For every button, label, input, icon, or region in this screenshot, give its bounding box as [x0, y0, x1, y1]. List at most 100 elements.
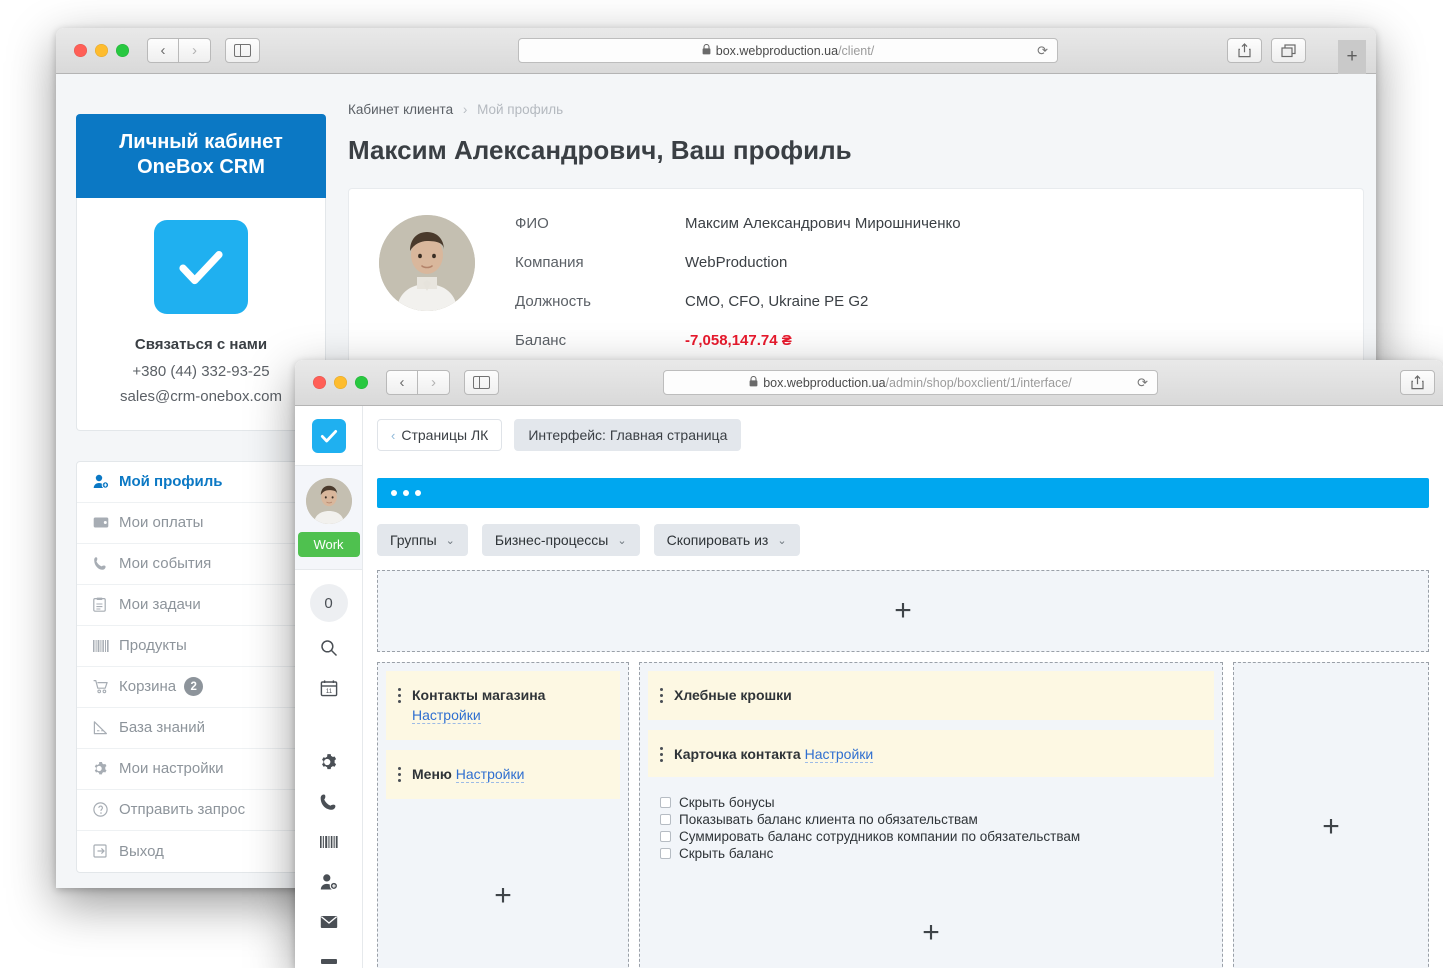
widget-shop-contacts[interactable]: Контакты магазина Настройки	[386, 671, 620, 740]
minimize-icon[interactable]	[95, 44, 108, 57]
traffic-lights[interactable]	[74, 44, 129, 57]
add-widget-center-slot[interactable]: +	[648, 883, 1214, 968]
dropdown-groups[interactable]: Группы ⌄	[377, 524, 468, 556]
back-button[interactable]: ‹	[386, 370, 418, 395]
breadcrumb-current: Мой профиль	[477, 102, 564, 117]
drag-handle-icon[interactable]	[398, 764, 402, 785]
field-label: ФИО	[515, 215, 549, 232]
mail-icon[interactable]	[295, 902, 362, 942]
sidebar-toggle-button[interactable]	[464, 370, 499, 395]
sidebar-item-knowledge-base[interactable]: База знаний	[77, 708, 325, 749]
forward-button[interactable]: ›	[179, 38, 211, 63]
checkbox-box[interactable]	[660, 797, 671, 808]
drop-zone-center-column[interactable]: Хлебные крошки Карточка контакта Настрой…	[639, 662, 1223, 968]
card-icon[interactable]	[295, 942, 362, 968]
toolbar-right-buttons[interactable]	[1400, 370, 1435, 395]
address-bar[interactable]: box.webproduction.ua/admin/shop/boxclien…	[663, 370, 1158, 395]
widget-title: Карточка контакта Настройки	[674, 744, 874, 764]
calendar-icon[interactable]: 11	[295, 668, 362, 708]
widget-contact-card[interactable]: Карточка контакта Настройки	[648, 730, 1214, 777]
back-button[interactable]: ‹	[147, 38, 179, 63]
chevron-down-icon: ⌄	[617, 534, 627, 547]
avatar[interactable]	[305, 478, 352, 524]
profile-row: Компания WebProduction	[515, 254, 1333, 271]
sidebar-item-my-payments[interactable]: Мои оплаты	[77, 503, 325, 544]
widget-settings-link[interactable]: Настройки	[804, 746, 874, 763]
back-to-pages-button[interactable]: ‹ Страницы ЛК	[377, 419, 503, 451]
dropdown-business-processes[interactable]: Бизнес-процессы ⌄	[481, 524, 640, 556]
close-icon[interactable]	[74, 44, 87, 57]
widget-title: Хлебные крошки	[674, 685, 792, 705]
field-label: Должность	[515, 293, 591, 310]
sidebar-item-send-request[interactable]: Отправить запрос	[77, 790, 325, 831]
contact-email[interactable]: sales@crm-onebox.com	[95, 385, 307, 410]
drop-zone-top[interactable]: +	[377, 570, 1429, 652]
drag-handle-icon[interactable]	[660, 744, 664, 765]
new-tab-button[interactable]: +	[1338, 40, 1366, 74]
titlebar-front-window: ‹ › box.webproduction.ua/admin/shop/boxc…	[295, 360, 1443, 406]
traffic-lights[interactable]	[313, 376, 368, 389]
minimize-icon[interactable]	[334, 376, 347, 389]
address-bar[interactable]: box.webproduction.ua/client/ ⟳	[518, 38, 1058, 63]
profile-row: ФИО Максим Александрович Мирошниченко	[515, 215, 1333, 232]
work-status-button[interactable]: Work	[297, 532, 360, 557]
sidebar-item-my-tasks[interactable]: Мои задачи	[77, 585, 325, 626]
checkbox-hide-balance[interactable]: Скрыть баланс	[660, 846, 1212, 861]
dropdown-copy-from[interactable]: Скопировать из ⌄	[653, 524, 800, 556]
add-widget-icon[interactable]: +	[922, 918, 940, 948]
checkbox-box[interactable]	[660, 831, 671, 842]
accent-bar	[377, 478, 1429, 508]
breadcrumb-root[interactable]: Кабинет клиента	[348, 102, 453, 117]
admin-icon-rail: Work 0 11	[295, 406, 363, 968]
add-widget-icon[interactable]: +	[894, 596, 912, 626]
nav-buttons[interactable]: ‹ ›	[386, 370, 450, 395]
barcode-icon	[93, 639, 119, 653]
rail-logo[interactable]	[295, 406, 362, 466]
sidebar-item-cart[interactable]: Корзина 2	[77, 667, 325, 708]
add-widget-icon[interactable]: +	[494, 880, 512, 911]
widget-breadcrumbs[interactable]: Хлебные крошки	[648, 671, 1214, 720]
breadcrumb-separator: ›	[462, 102, 468, 117]
user-add-icon[interactable]	[295, 862, 362, 902]
toolbar-right-buttons[interactable]	[1227, 38, 1306, 63]
widget-header: Карточка контакта Настройки	[660, 744, 1202, 765]
tab-interface-main-page[interactable]: Интерфейс: Главная страница	[514, 419, 742, 451]
barcode-icon[interactable]	[295, 822, 362, 862]
phone-icon[interactable]	[295, 782, 362, 822]
zoom-icon[interactable]	[116, 44, 129, 57]
sidebar-item-my-settings[interactable]: Мои настройки	[77, 749, 325, 790]
checkbox-hide-bonuses[interactable]: Скрыть бонусы	[660, 795, 1212, 810]
checkbox-show-client-balance[interactable]: Показывать баланс клиента по обязательст…	[660, 812, 1212, 827]
drop-zone-left-column[interactable]: Контакты магазина Настройки Меню Настрой…	[377, 662, 629, 968]
widget-settings-link[interactable]: Настройки	[412, 707, 481, 725]
cart-icon	[93, 679, 119, 694]
zoom-icon[interactable]	[355, 376, 368, 389]
share-button[interactable]	[1400, 370, 1435, 395]
sidebar-toggle-button[interactable]	[225, 38, 260, 63]
add-widget-left-slot[interactable]: +	[386, 809, 620, 968]
checkbox-box[interactable]	[660, 848, 671, 859]
checkbox-box[interactable]	[660, 814, 671, 825]
drop-zone-right-column[interactable]: +	[1233, 662, 1429, 968]
drag-handle-icon[interactable]	[660, 685, 664, 706]
sidebar-item-products[interactable]: Продукты	[77, 626, 325, 667]
reload-icon[interactable]: ⟳	[1137, 375, 1148, 391]
nav-buttons[interactable]: ‹ ›	[147, 38, 211, 63]
tabs-overview-button[interactable]	[1271, 38, 1306, 63]
sidebar-item-my-events[interactable]: Мои события	[77, 544, 325, 585]
sidebar-item-logout[interactable]: Выход	[77, 831, 325, 872]
widget-settings-link[interactable]: Настройки	[455, 765, 525, 783]
share-button[interactable]	[1227, 38, 1262, 63]
reload-icon[interactable]: ⟳	[1037, 43, 1048, 59]
gear-icon[interactable]	[295, 742, 362, 782]
contact-phone[interactable]: +380 (44) 332-93-25	[95, 360, 307, 385]
close-icon[interactable]	[313, 376, 326, 389]
add-widget-icon[interactable]: +	[1322, 812, 1340, 842]
forward-button[interactable]: ›	[418, 370, 450, 395]
drag-handle-icon[interactable]	[398, 685, 402, 706]
notification-counter[interactable]: 0	[309, 584, 348, 622]
search-icon[interactable]	[295, 628, 362, 668]
checkbox-sum-employee-balance[interactable]: Суммировать баланс сотрудников компании …	[660, 829, 1212, 844]
sidebar-item-my-profile[interactable]: Мой профиль	[77, 462, 325, 503]
widget-menu[interactable]: Меню Настройки	[386, 749, 620, 799]
